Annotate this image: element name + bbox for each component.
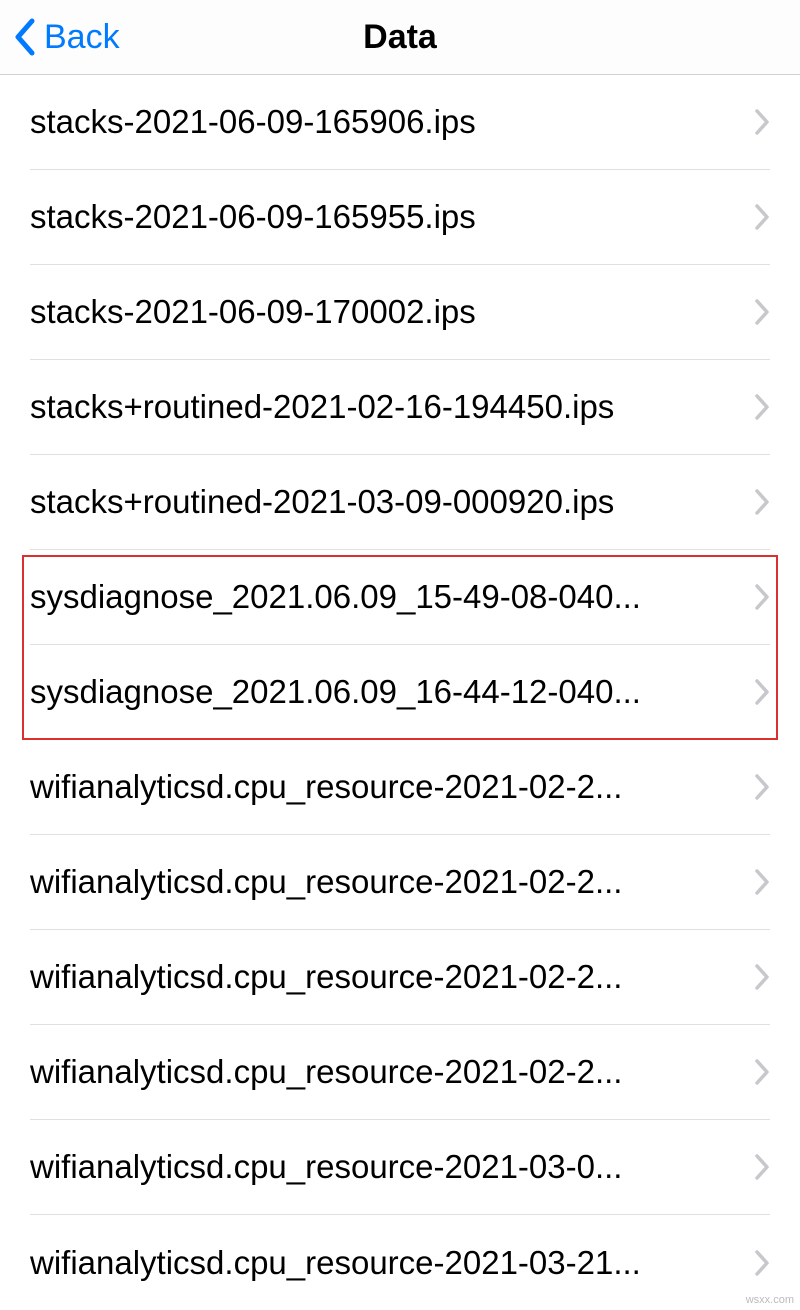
list-item[interactable]: wifianalyticsd.cpu_resource-2021-02-2... (30, 740, 770, 835)
list-item[interactable]: sysdiagnose_2021.06.09_15-49-08-040... (30, 550, 770, 645)
watermark: wsxx.com (746, 1294, 794, 1306)
file-name: wifianalyticsd.cpu_resource-2021-02-2... (30, 863, 754, 901)
chevron-right-icon (754, 963, 770, 991)
chevron-right-icon (754, 868, 770, 896)
list-item[interactable]: wifianalyticsd.cpu_resource-2021-02-2... (30, 835, 770, 930)
chevron-right-icon (754, 1249, 770, 1277)
file-name: wifianalyticsd.cpu_resource-2021-03-21..… (30, 1244, 754, 1282)
list-item[interactable]: sysdiagnose_2021.06.09_16-44-12-040... (30, 645, 770, 740)
chevron-right-icon (754, 298, 770, 326)
chevron-right-icon (754, 773, 770, 801)
file-name: wifianalyticsd.cpu_resource-2021-02-2... (30, 958, 754, 996)
app-container: Back Data stacks-2021-06-09-165906.ips s… (0, 0, 800, 1310)
page-title: Data (363, 18, 437, 57)
file-name: wifianalyticsd.cpu_resource-2021-02-2... (30, 768, 754, 806)
chevron-right-icon (754, 1153, 770, 1181)
file-name: stacks+routined-2021-02-16-194450.ips (30, 388, 754, 426)
file-name: stacks-2021-06-09-165906.ips (30, 103, 754, 141)
file-name: stacks-2021-06-09-170002.ips (30, 293, 754, 331)
list-item[interactable]: stacks-2021-06-09-165906.ips (30, 75, 770, 170)
chevron-right-icon (754, 393, 770, 421)
file-name: stacks-2021-06-09-165955.ips (30, 198, 754, 236)
back-button[interactable]: Back (0, 17, 120, 57)
chevron-right-icon (754, 1058, 770, 1086)
list-item[interactable]: wifianalyticsd.cpu_resource-2021-03-21..… (30, 1215, 770, 1310)
list-item[interactable]: wifianalyticsd.cpu_resource-2021-02-2... (30, 930, 770, 1025)
chevron-left-icon (12, 17, 36, 57)
list-item[interactable]: stacks+routined-2021-03-09-000920.ips (30, 455, 770, 550)
chevron-right-icon (754, 583, 770, 611)
list-item[interactable]: stacks+routined-2021-02-16-194450.ips (30, 360, 770, 455)
chevron-right-icon (754, 108, 770, 136)
list-item[interactable]: stacks-2021-06-09-165955.ips (30, 170, 770, 265)
chevron-right-icon (754, 488, 770, 516)
file-list: stacks-2021-06-09-165906.ips stacks-2021… (0, 75, 800, 1310)
back-label: Back (44, 18, 120, 57)
file-name: wifianalyticsd.cpu_resource-2021-03-0... (30, 1148, 754, 1186)
list-item[interactable]: wifianalyticsd.cpu_resource-2021-03-0... (30, 1120, 770, 1215)
list-item[interactable]: stacks-2021-06-09-170002.ips (30, 265, 770, 360)
navigation-header: Back Data (0, 0, 800, 75)
file-name: stacks+routined-2021-03-09-000920.ips (30, 483, 754, 521)
file-name: sysdiagnose_2021.06.09_16-44-12-040... (30, 673, 754, 711)
file-name: sysdiagnose_2021.06.09_15-49-08-040... (30, 578, 754, 616)
list-item[interactable]: wifianalyticsd.cpu_resource-2021-02-2... (30, 1025, 770, 1120)
chevron-right-icon (754, 678, 770, 706)
chevron-right-icon (754, 203, 770, 231)
file-name: wifianalyticsd.cpu_resource-2021-02-2... (30, 1053, 754, 1091)
